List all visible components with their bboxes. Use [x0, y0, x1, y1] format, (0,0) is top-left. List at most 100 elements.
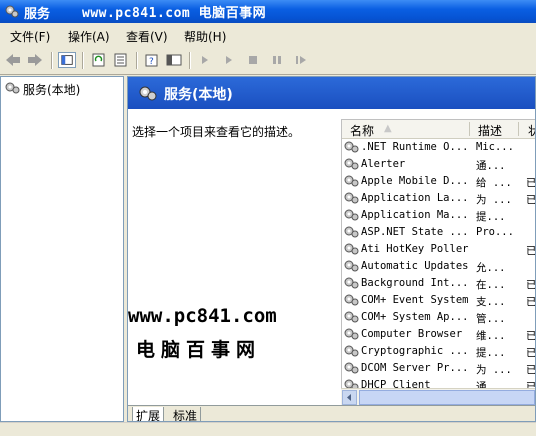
pause-service-icon[interactable]	[268, 52, 286, 68]
service-name: DCOM Server Pr...	[361, 362, 469, 374]
service-name: Computer Browser	[361, 328, 463, 340]
service-description: 为 ...	[476, 194, 512, 206]
service-gear-icon	[344, 242, 359, 259]
service-row[interactable]: Application Ma... 提...	[342, 207, 535, 225]
service-row[interactable]: Ati HotKey Poller 已	[342, 241, 536, 259]
menu-action[interactable]: 操作(A)	[68, 28, 110, 45]
column-header-status[interactable]: 状	[528, 122, 535, 139]
service-description: 在...	[476, 279, 506, 291]
service-description: Mic...	[476, 141, 514, 153]
forward-arrow-icon[interactable]	[26, 52, 44, 68]
service-name: Ati HotKey Poller	[361, 243, 469, 255]
service-row[interactable]: Alerter 通...	[342, 156, 535, 173]
scroll-left-button[interactable]	[342, 390, 357, 405]
service-gear-icon	[344, 259, 359, 276]
service-status: 已	[526, 364, 536, 376]
tab-extended[interactable]: 扩展	[132, 407, 165, 421]
restart-service-icon[interactable]	[292, 52, 310, 68]
service-name: COM+ Event System	[361, 294, 469, 306]
service-name: Automatic Updates	[361, 260, 469, 272]
service-name: Application La...	[361, 192, 469, 204]
stop-service-icon[interactable]	[244, 52, 262, 68]
column-divider[interactable]	[469, 122, 470, 136]
refresh-icon[interactable]	[90, 52, 108, 68]
service-description: 提...	[476, 347, 506, 359]
service-name: COM+ System Ap...	[361, 311, 469, 323]
service-gear-icon	[344, 191, 359, 208]
toolbar: ?	[0, 47, 536, 75]
toolbar-separator	[136, 52, 137, 69]
service-row[interactable]: COM+ System Ap... 管...	[342, 309, 535, 327]
start-service-icon[interactable]	[196, 52, 214, 68]
column-header-name[interactable]: 名称	[350, 122, 374, 139]
sort-ascending-icon: ▲	[384, 123, 392, 134]
service-gear-icon	[344, 225, 359, 242]
title-bar[interactable]: 服务 www.pc841.com 电脑百事网	[0, 0, 536, 23]
column-header-description[interactable]: 描述	[478, 122, 502, 139]
service-gear-icon	[344, 361, 359, 378]
toolbar-separator	[82, 52, 83, 69]
column-divider[interactable]	[518, 122, 519, 136]
export-list-icon[interactable]	[112, 52, 130, 68]
services-gear-icon	[5, 5, 19, 18]
service-gear-icon	[344, 276, 359, 293]
service-gear-icon	[344, 327, 359, 344]
service-description: 给 ...	[476, 177, 512, 189]
service-row[interactable]: .NET Runtime O... Mic...	[342, 139, 535, 157]
details-pane: 服务(本地) 选择一个项目来查看它的描述。 www.pc841.com 电脑百事…	[127, 76, 536, 422]
services-list: 名称 ▲ 描述 状 .NET Runtime O... Mic... Alerter…	[341, 119, 536, 406]
service-name: Background Int...	[361, 277, 469, 289]
service-name: Application Ma...	[361, 209, 469, 221]
title-watermark: www.pc841.com 电脑百事网	[82, 6, 267, 21]
service-gear-icon	[344, 344, 359, 361]
service-status: 已	[526, 245, 536, 257]
show-hide-tree-icon[interactable]	[58, 52, 76, 68]
menu-help[interactable]: 帮助(H)	[184, 28, 226, 45]
menu-view[interactable]: 查看(V)	[126, 28, 168, 45]
description-prompt: 选择一个项目来查看它的描述。	[132, 125, 301, 139]
service-status: 已	[526, 347, 536, 359]
service-description: 支...	[476, 296, 506, 308]
service-row[interactable]: Apple Mobile D... 给 ... 已	[342, 173, 535, 190]
window-title: 服务	[24, 7, 51, 22]
service-row[interactable]: Application La... 为 ... 已	[342, 190, 535, 208]
service-name: Apple Mobile D...	[361, 175, 469, 187]
service-name: .NET Runtime O...	[361, 141, 469, 153]
service-name: Alerter	[361, 158, 406, 170]
service-name: ASP.NET State ...	[361, 226, 469, 238]
service-description: 为 ...	[476, 364, 512, 376]
service-description: 维...	[476, 330, 506, 342]
menu-file[interactable]: 文件(F)	[10, 28, 50, 45]
help-icon[interactable]	[165, 52, 183, 68]
pane-title: 服务(本地)	[164, 87, 233, 103]
service-gear-icon	[344, 208, 359, 225]
properties-icon[interactable]: ?	[143, 52, 161, 68]
toolbar-separator	[189, 52, 190, 69]
horizontal-scrollbar[interactable]	[341, 388, 535, 406]
service-gear-icon	[344, 310, 359, 327]
service-gear-icon	[344, 293, 359, 310]
service-row[interactable]: Computer Browser 维... 已	[342, 326, 536, 344]
service-description: 提...	[476, 211, 506, 223]
scroll-thumb[interactable]	[359, 390, 535, 405]
list-header: 名称 ▲ 描述 状	[342, 120, 535, 139]
service-row[interactable]: DCOM Server Pr... 为 ... 已	[342, 360, 536, 378]
service-description: 允...	[476, 262, 506, 274]
service-status: 已	[526, 279, 536, 291]
start-service-alt-icon[interactable]	[220, 52, 238, 68]
svg-text:?: ?	[149, 57, 154, 67]
service-row[interactable]: Automatic Updates 允...	[342, 258, 535, 276]
view-tabs: 扩展 标准	[128, 405, 535, 421]
tree-item-services-local[interactable]: 服务(本地)	[23, 81, 80, 98]
tab-standard[interactable]: 标准	[170, 407, 202, 421]
toolbar-separator	[51, 52, 52, 69]
scroll-left-arrow-icon	[347, 394, 351, 401]
service-status: 已	[526, 330, 536, 342]
service-row[interactable]: COM+ Event System 支... 已	[342, 292, 535, 310]
service-row[interactable]: Background Int... 在... 已	[342, 275, 536, 293]
service-row[interactable]: ASP.NET State ... Pro...	[342, 224, 535, 242]
back-arrow-icon[interactable]	[4, 52, 22, 68]
service-gear-icon	[344, 140, 359, 157]
services-gear-icon	[5, 82, 20, 94]
service-row[interactable]: Cryptographic ... 提... 已	[342, 343, 536, 361]
